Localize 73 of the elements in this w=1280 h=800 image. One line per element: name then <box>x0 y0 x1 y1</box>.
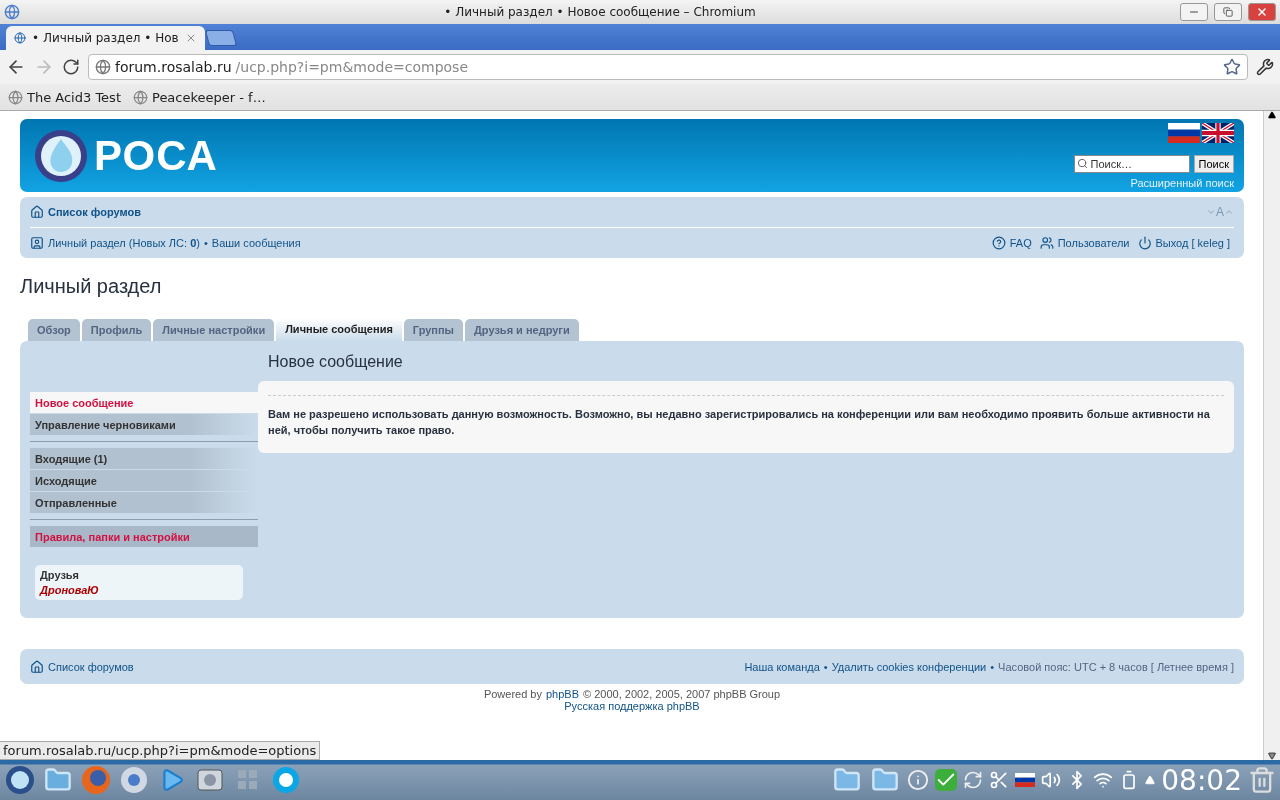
support-link[interactable]: Русская поддержка phpBB <box>564 700 700 712</box>
search-icon <box>1076 158 1088 169</box>
bookmark-link[interactable]: The Acid3 Test <box>27 89 121 105</box>
copyright-text: © 2000, 2002, 2005, 2007 phpBB Group <box>583 688 781 700</box>
restore-button[interactable] <box>1214 3 1242 21</box>
powered-by-text: Powered by <box>483 688 542 700</box>
uk-flag-icon[interactable] <box>1202 123 1234 143</box>
footer-link[interactable]: Удалить cookies конференции <box>831 660 987 673</box>
tray-expand-icon[interactable] <box>1145 775 1156 785</box>
font-size-label: A <box>1216 205 1224 219</box>
logo-icon[interactable] <box>34 128 88 183</box>
help-icon <box>991 236 1006 250</box>
page-heading: Личный раздел <box>20 275 163 298</box>
sync-icon[interactable] <box>963 770 984 790</box>
separator-dot: • <box>203 237 208 249</box>
home-icon <box>30 659 44 674</box>
logo-text[interactable]: РОСА <box>94 131 218 180</box>
home-icon <box>30 205 44 219</box>
search-button[interactable]: Поиск <box>1193 155 1234 173</box>
clock: 08:02 <box>1161 763 1242 797</box>
new-tab-button[interactable] <box>204 30 237 46</box>
friend-link[interactable]: ДроноваЮ <box>40 584 238 596</box>
search-field[interactable]: Поиск… <box>1073 155 1190 173</box>
breadcrumb-link[interactable]: Список форумов <box>48 206 141 218</box>
address-bar[interactable]: forum.rosalab.ru /ucp.php?i=pm&mode=compose <box>88 54 1248 80</box>
browser-tab[interactable]: • Личный раздел • Нов <box>6 26 205 50</box>
favicon-icon <box>14 32 26 44</box>
close-button[interactable] <box>1248 3 1276 21</box>
section-tab[interactable]: Друзья и недруги <box>465 319 579 341</box>
panel-title: Новое сообщение <box>268 353 404 371</box>
scroll-down-icon[interactable] <box>1268 752 1276 760</box>
minimize-button[interactable] <box>1180 3 1208 21</box>
scrollbar[interactable] <box>1263 111 1280 760</box>
section-tab[interactable]: Личные сообщения <box>276 318 402 341</box>
keyboard-layout-flag-icon[interactable] <box>1015 773 1036 787</box>
section-tab[interactable]: Группы <box>403 319 463 341</box>
status-url: forum.rosalab.ru/ucp.php?i=pm&mode=options <box>0 741 321 760</box>
user-card-icon <box>30 236 44 250</box>
phpbb-link[interactable]: phpBB <box>546 688 579 700</box>
user-link[interactable]: Личный раздел (Новых ЛС: 0) <box>48 237 200 249</box>
breadcrumb-link[interactable]: Список форумов <box>48 660 134 673</box>
menu-item[interactable]: Новое сообщение <box>30 392 258 413</box>
info-icon[interactable] <box>907 769 930 791</box>
scroll-up-icon[interactable] <box>1268 111 1276 119</box>
russian-flag-icon[interactable] <box>1168 123 1200 143</box>
close-icon <box>1256 6 1268 18</box>
update-check-icon[interactable] <box>935 769 958 791</box>
browser-logo-icon <box>4 4 20 20</box>
users-icon <box>1039 236 1054 250</box>
separator-dot: • <box>823 660 828 673</box>
power-icon <box>1137 236 1152 250</box>
separator-dot: • <box>990 660 995 673</box>
user-link[interactable]: Ваши сообщения <box>211 237 301 249</box>
section-tab[interactable]: Обзор <box>28 319 80 341</box>
trash-icon[interactable] <box>1248 766 1276 794</box>
restore-icon <box>1223 7 1233 17</box>
section-tab[interactable]: Профиль <box>81 319 152 341</box>
timezone-text: Часовой пояс: UTC + 8 часов [ Летнее время ] <box>998 660 1234 673</box>
nav-link[interactable]: FAQ <box>1009 237 1032 249</box>
window-title: • Личный раздел • Новое сообщение – Chromium <box>443 5 757 19</box>
footer-link[interactable]: Наша команда <box>744 660 820 673</box>
message-text: Вам не разрешено использовать данную возможность. Возможно, вы недавно зарегистрировались на конференции или вам необходимо проявить больше активности на ней, чтобы получить такое право. <box>268 395 1224 438</box>
friends-title: Друзья <box>40 569 81 581</box>
app-menu-icon[interactable] <box>4 764 36 796</box>
bookmark-link[interactable]: Peacekeeper - f… <box>152 89 266 105</box>
wrench-icon[interactable] <box>1256 58 1274 76</box>
nav-link[interactable]: Выход [ keleg ] <box>1155 237 1230 249</box>
volume-icon[interactable] <box>1041 770 1062 790</box>
nav-link[interactable]: Пользователи <box>1057 237 1130 249</box>
wifi-icon[interactable] <box>1093 770 1114 790</box>
star-icon[interactable] <box>1223 58 1241 76</box>
section-tab[interactable]: Личные настройки <box>153 319 275 341</box>
reload-icon[interactable] <box>62 58 80 76</box>
